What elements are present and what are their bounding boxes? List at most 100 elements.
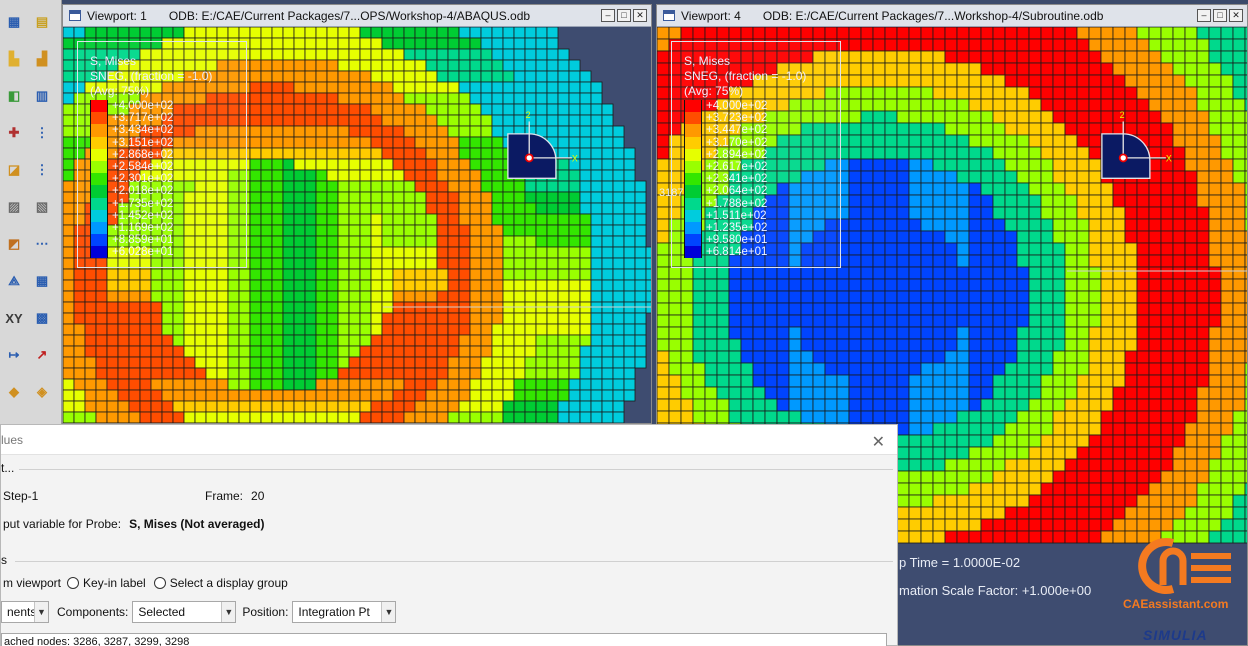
legend-color-swatch — [90, 221, 108, 235]
components-label: Components: — [57, 605, 129, 619]
report-icon[interactable]: ▦ — [30, 269, 54, 293]
view-cut-icon[interactable]: ⟁ — [2, 269, 26, 293]
animate-icon[interactable]: ◩ — [2, 232, 26, 256]
viewport-odb-path: ODB: E:/CAE/Current Packages/7...Worksho… — [762, 8, 1104, 23]
visualization-toolbox: ▦ ▤ ▙ ▟ ◧ ▥ ✚ ⋮ ◪ ⋮ ▨ ▧ ◩ ⋯ ⟁ ▦ XY ▩ ↦ ↗ ◆ ◈ — [0, 0, 62, 425]
legend-color-swatch — [684, 234, 702, 247]
frame-label: Frame: — [205, 489, 244, 503]
legend-subtitle: SNEG, (fraction = -1.0) — [90, 69, 213, 83]
legend-row: +2.868e+02 — [90, 148, 246, 161]
close-icon[interactable]: ✕ — [872, 432, 885, 452]
legend-row: +1.169e+02 — [90, 221, 246, 235]
legend-color-swatch — [684, 160, 702, 174]
display-group-icon[interactable]: ◆ — [2, 380, 26, 404]
plot-undeformed-icon[interactable]: ▙ — [2, 47, 26, 71]
plot-contours-icon[interactable]: ◧ — [2, 84, 26, 108]
dialog-title: lues — [1, 432, 24, 447]
xy-curve-icon[interactable]: ↗ — [30, 343, 54, 367]
legend-color-swatch — [684, 148, 702, 161]
position-combo[interactable]: Integration Pt ▼ — [292, 601, 397, 623]
probe-results-table[interactable]: ached nodes: 3286, 3287, 3299, 3298 — [1, 633, 887, 646]
xy-data-icon[interactable]: XY — [2, 306, 26, 330]
viewport-4-title-bar[interactable]: Viewport: 4 ODB: E:/CAE/Current Packages… — [657, 5, 1247, 27]
minimize-icon[interactable]: – — [601, 9, 615, 22]
window-icon — [663, 10, 675, 21]
close-icon[interactable]: ✕ — [1229, 9, 1243, 22]
plot-deformed-icon[interactable]: ▟ — [30, 47, 54, 71]
legend-color-swatch — [90, 246, 108, 259]
legend-value: +3.434e+02 — [112, 124, 174, 137]
legend-row: +8.859e+01 — [90, 234, 246, 247]
legend-value: +2.894e+02 — [706, 148, 768, 161]
legend-color-swatch — [90, 197, 108, 210]
legend-color-swatch — [90, 136, 108, 149]
legend-color-swatch — [90, 234, 108, 247]
path-icon[interactable]: ↦ — [2, 343, 26, 367]
legend-value: +2.064e+02 — [706, 185, 768, 198]
chevron-down-icon[interactable]: ▼ — [221, 602, 236, 622]
field-output-icon[interactable]: ▦ — [2, 10, 26, 34]
radio-from-viewport-label[interactable]: m viewport — [3, 576, 61, 590]
maximize-icon[interactable]: □ — [617, 9, 631, 22]
simulia-logo: SIMULIA — [1143, 627, 1208, 643]
viewport-1[interactable]: Viewport: 1 ODB: E:/CAE/Current Packages… — [62, 4, 652, 424]
chevron-down-icon[interactable]: ▼ — [381, 602, 396, 622]
radio-key-in-label-text[interactable]: Key-in label — [83, 576, 146, 590]
legend-color-swatch — [90, 124, 108, 137]
contour-legend: S, Mises SNEG, (fraction = -1.0) (Avg: 7… — [671, 41, 841, 268]
legend-row: +1.735e+02 — [90, 197, 246, 210]
radio-display-group-text[interactable]: Select a display group — [170, 576, 288, 590]
plot-symbols-icon[interactable]: ✚ — [2, 121, 26, 145]
result-options-icon[interactable]: ▤ — [30, 10, 54, 34]
common-options-icon[interactable]: ▨ — [2, 195, 26, 219]
radio-display-group[interactable] — [153, 577, 166, 589]
symbol-options-icon[interactable]: ⋮ — [30, 121, 54, 145]
step-row: Step-1 — [3, 489, 38, 503]
abaqus-viewer-window: ▦ ▤ ▙ ▟ ◧ ▥ ✚ ⋮ ◪ ⋮ ▨ ▧ ◩ ⋯ ⟁ ▦ XY ▩ ↦ ↗ ◆ ◈ Viewport: 1 ODB:… — [0, 0, 1248, 646]
dialog-title-bar[interactable]: lues ✕ — [1, 425, 897, 455]
coordinate-triad: 2 X — [1101, 110, 1172, 179]
chevron-down-icon[interactable]: ▼ — [34, 602, 48, 622]
minimize-icon[interactable]: – — [1197, 9, 1211, 22]
overlay-options-icon[interactable]: ▧ — [30, 195, 54, 219]
radio-key-in-label[interactable] — [67, 577, 80, 589]
animation-options-icon[interactable]: ⋯ — [30, 232, 54, 256]
display-group-manager-icon[interactable]: ◈ — [30, 380, 54, 404]
legend-color-swatch — [684, 100, 702, 113]
legend-value: +1.452e+02 — [112, 209, 174, 222]
frame-value: 20 — [251, 489, 265, 503]
legend-value: +1.235e+02 — [706, 221, 768, 234]
legend-title: S, Mises — [684, 54, 731, 68]
legend-color-swatch — [684, 124, 702, 137]
triad-axis-2: 2 — [1120, 110, 1125, 120]
viewport-1-title-bar[interactable]: Viewport: 1 ODB: E:/CAE/Current Packages… — [63, 5, 651, 27]
caeassistant-text: CAEassistant.com — [1123, 597, 1229, 611]
legend-color-swatch — [684, 112, 702, 125]
close-icon[interactable]: ✕ — [633, 9, 647, 22]
legend-row: +2.894e+02 — [684, 148, 840, 161]
legend-subtitle: SNEG, (fraction = -1.0) — [684, 69, 807, 83]
node-label: 3187 — [659, 187, 684, 199]
section-label: s — [1, 553, 7, 567]
legend-row: +3.723e+02 — [684, 112, 840, 125]
legend-row: +1.235e+02 — [684, 221, 840, 235]
contour-legend: S, Mises SNEG, (fraction = -1.0) (Avg: 7… — [77, 41, 247, 268]
legend-value: +2.018e+02 — [112, 185, 174, 198]
probe-type-combo[interactable]: nents ▼ — [1, 601, 49, 623]
material-orientations-icon[interactable]: ◪ — [2, 158, 26, 182]
legend-value: +8.859e+01 — [112, 234, 174, 247]
xy-plot-icon[interactable]: ▩ — [30, 306, 54, 330]
contour-options-icon[interactable]: ▥ — [30, 84, 54, 108]
legend-row: +3.717e+02 — [90, 112, 246, 125]
triad-axis-x: X — [1166, 153, 1172, 163]
legend-value: +2.617e+02 — [706, 161, 768, 174]
window-icon — [69, 10, 81, 21]
legend-row: +2.584e+02 — [90, 160, 246, 174]
maximize-icon[interactable]: □ — [1213, 9, 1227, 22]
orientation-options-icon[interactable]: ⋮ — [30, 158, 54, 182]
legend-row: +2.341e+02 — [684, 173, 840, 186]
legend-value: +9.580e+01 — [706, 234, 768, 247]
viewport-1-canvas[interactable]: S, Mises SNEG, (fraction = -1.0) (Avg: 7… — [63, 26, 651, 423]
legend-value: +1.788e+02 — [706, 197, 768, 210]
components-combo[interactable]: Selected ▼ — [132, 601, 237, 623]
